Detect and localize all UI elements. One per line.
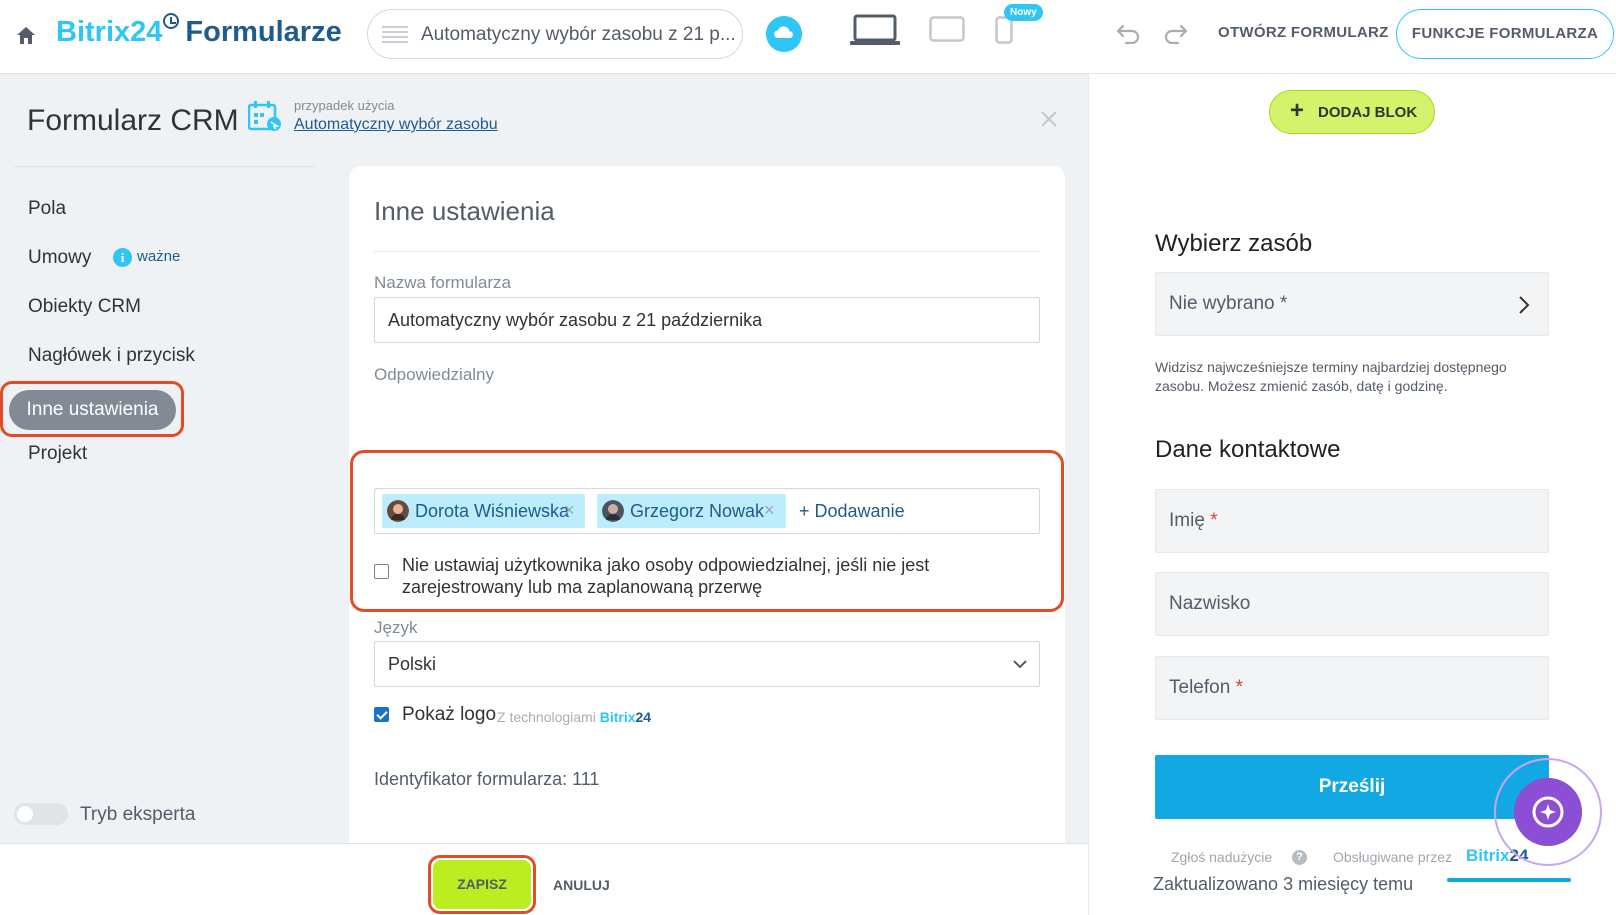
important-label[interactable]: ważne (137, 248, 180, 265)
use-case-label: przypadek użycia (294, 98, 395, 113)
chevron-right-icon (1519, 296, 1530, 314)
brand-prefix: Bitrix24 (56, 16, 163, 48)
form-name-input[interactable]: Automatyczny wybór zasobu z 21 październ… (374, 297, 1040, 343)
nav-divider (14, 166, 316, 167)
field-label: Telefon (1169, 677, 1231, 698)
page-title: Formularz CRM (27, 104, 239, 137)
first-name-field[interactable]: Imię * (1155, 489, 1549, 553)
nav-item-fields[interactable]: Pola (28, 198, 66, 220)
logo-credit-prefix: Z technologiami (497, 709, 596, 725)
save-button[interactable]: ZAPISZ (433, 860, 531, 909)
show-logo-label: Pokaż logo (402, 704, 497, 725)
user-tag[interactable]: Dorota Wiśniewska × (382, 494, 585, 528)
phone-field[interactable]: Telefon * (1155, 656, 1549, 720)
plus-icon: + (1290, 97, 1305, 124)
clock-icon (163, 13, 180, 30)
contact-heading: Dane kontaktowe (1155, 436, 1341, 463)
use-case-link[interactable]: Automatyczny wybór zasobu (294, 116, 498, 134)
nav-item-crm-objects[interactable]: Obiekty CRM (28, 296, 141, 318)
top-bar: Bitrix24 Formularze Automatyczny wybór za… (0, 0, 1616, 74)
settings-panel: Formularz CRM przypadek użycia Automatyc… (0, 74, 1088, 915)
skip-unavailable-label: Nie ustawiaj użytkownika jako osoby odpo… (402, 555, 930, 597)
nav-item-other-settings[interactable]: Inne ustawienia (9, 390, 176, 430)
user-tag-name: Dorota Wiśniewska (415, 501, 570, 521)
form-name-label: Nazwa formularza (374, 273, 511, 292)
logo-credit: Z technologiami Bitrix24 (497, 709, 651, 725)
avatar (387, 500, 409, 522)
powered-brand: Bitrix (1466, 846, 1510, 865)
redo-icon[interactable] (1163, 22, 1189, 44)
resource-picker[interactable]: Nie wybrano * (1155, 272, 1549, 336)
section-title: Inne ustawienia (374, 196, 555, 226)
brand-suffix: Formularze (185, 16, 342, 48)
nav-item-design[interactable]: Projekt (28, 443, 87, 465)
responsible-selector[interactable]: Dorota Wiśniewska × Grzegorz Nowak × + D… (374, 488, 1040, 534)
field-label: Imię (1169, 510, 1205, 531)
undo-icon[interactable] (1115, 22, 1141, 44)
required-mark: * (1235, 677, 1243, 698)
close-icon[interactable] (1040, 110, 1058, 128)
section-divider (374, 251, 1040, 252)
nav-item-agreements[interactable]: Umowy (28, 247, 91, 269)
ai-assistant-icon[interactable] (1514, 778, 1582, 846)
responsible-label: Odpowiedzialny (374, 365, 495, 384)
add-responsible-link[interactable]: + Dodawanie (799, 501, 905, 522)
remove-tag-icon[interactable]: × (564, 500, 575, 521)
remove-tag-icon[interactable]: × (764, 500, 775, 521)
app-logo: Bitrix24 Formularze (56, 13, 342, 49)
other-settings-card: Inne ustawienia Nazwa formularza Automat… (349, 166, 1065, 860)
chevron-down-icon (1013, 660, 1027, 669)
new-badge: Nowy (1004, 4, 1043, 21)
expert-mode-label: Tryb eksperta (80, 804, 196, 825)
skip-unavailable-checkbox[interactable] (374, 564, 389, 579)
help-icon[interactable]: ? (1292, 850, 1307, 865)
show-logo-checkbox[interactable] (374, 707, 389, 722)
field-label: Nazwisko (1169, 593, 1251, 614)
logo-credit-num: 24 (635, 709, 652, 725)
open-form-link[interactable]: OTWÓRZ FORMULARZ (1218, 24, 1389, 41)
bottom-bar: ZAPISZ ANULUJ (0, 843, 1088, 915)
required-mark: * (1210, 510, 1218, 531)
last-updated-text: Zaktualizowano 3 miesięcy temu (1153, 874, 1414, 895)
resource-heading: Wybierz zasób (1155, 230, 1313, 257)
cancel-button[interactable]: ANULUJ (553, 877, 610, 893)
resource-note: Widzisz najwcześniejsze terminy najbardz… (1155, 359, 1507, 394)
resource-placeholder: Nie wybrano * (1169, 293, 1288, 314)
accent-underline (1447, 878, 1571, 882)
logo-credit-brand: Bitrix (599, 709, 636, 725)
language-label: Język (374, 618, 418, 637)
user-tag[interactable]: Grzegorz Nowak × (597, 494, 786, 528)
report-abuse-link[interactable]: Zgłoś nadużycie (1171, 849, 1272, 865)
cloud-save-icon[interactable] (766, 16, 802, 52)
form-selector-label: Automatyczny wybór zasobu z 21 p... (421, 24, 736, 45)
nav-item-header-button[interactable]: Nagłówek i przycisk (28, 345, 195, 367)
info-icon[interactable]: i (113, 248, 132, 267)
avatar (602, 500, 624, 522)
submit-button[interactable]: Prześlij (1155, 755, 1549, 819)
user-tag-name: Grzegorz Nowak (630, 501, 765, 521)
language-select[interactable]: Polski (374, 641, 1040, 687)
form-selector[interactable]: Automatyczny wybór zasobu z 21 p... (367, 9, 743, 59)
desktop-view-icon[interactable] (850, 14, 900, 46)
expert-mode-toggle[interactable] (14, 803, 68, 825)
language-value: Polski (388, 654, 437, 674)
home-icon[interactable] (15, 25, 37, 47)
powered-by-label: Obsługiwane przez (1333, 849, 1453, 865)
add-block-label: DODAJ BLOK (1318, 104, 1418, 121)
calendar-booking-icon (248, 101, 281, 131)
last-name-field[interactable]: Nazwisko (1155, 572, 1549, 636)
form-features-button[interactable]: FUNKCJE FORMULARZA (1396, 9, 1614, 59)
form-id: Identyfikator formularza: 111 (374, 769, 600, 789)
form-doc-icon (382, 26, 408, 46)
tablet-view-icon[interactable] (929, 16, 965, 42)
add-block-button[interactable]: + DODAJ BLOK (1269, 90, 1435, 134)
